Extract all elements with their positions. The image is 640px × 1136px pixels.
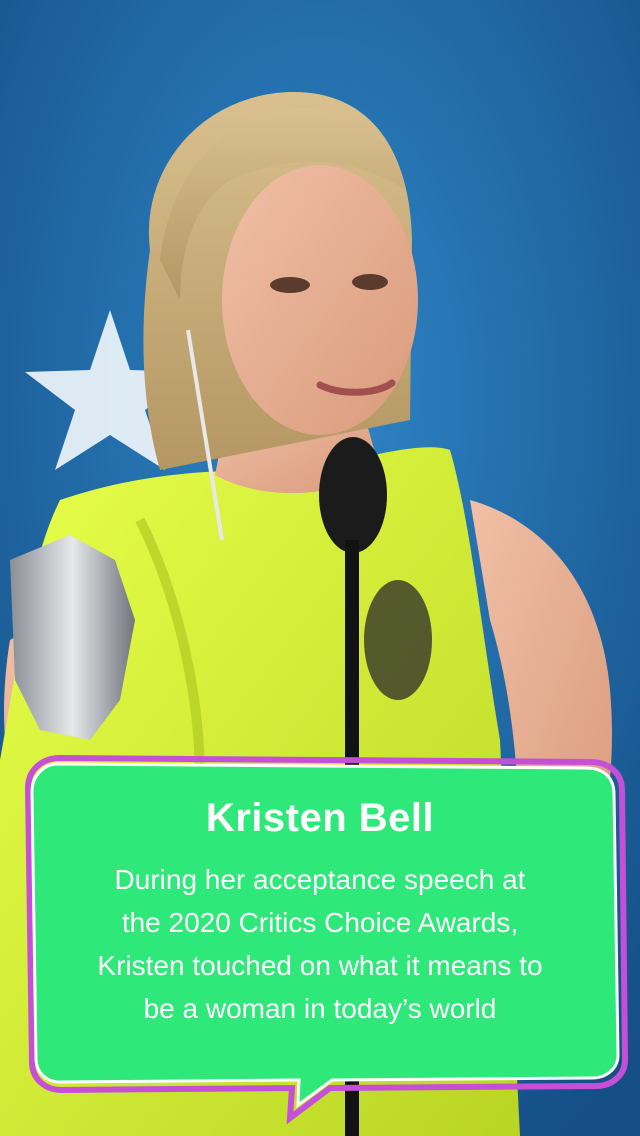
microphone-shadow [364, 580, 432, 700]
face [222, 165, 418, 435]
speech-bubble [30, 762, 620, 1109]
right-eye [352, 274, 388, 290]
photo-scene [0, 0, 640, 1136]
left-eye [270, 277, 310, 293]
microphone-head [319, 437, 387, 553]
